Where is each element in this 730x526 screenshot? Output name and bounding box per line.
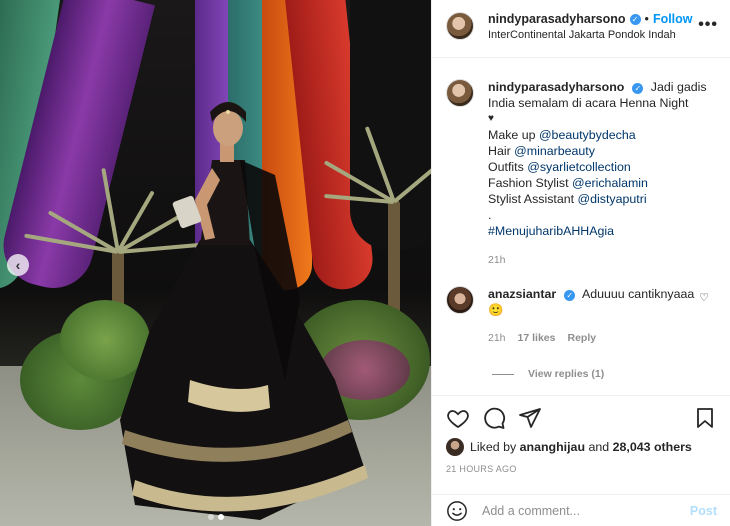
location-link[interactable]: InterContinental Jakarta Pondok Indah	[488, 29, 693, 41]
view-replies-button[interactable]: View replies (1)	[492, 368, 717, 380]
post-timestamp[interactable]: 21 HOURS AGO	[446, 464, 717, 474]
carousel-dot-active	[217, 514, 224, 520]
credit-prefix: Hair	[488, 144, 515, 158]
header-text: nindyparasadyharsono ✓ • Follow InterCon…	[488, 12, 693, 41]
liked-by-user[interactable]: ananghijau	[520, 440, 585, 454]
carousel-prev-button[interactable]: ‹	[7, 254, 29, 276]
author-username[interactable]: nindyparasadyharsono	[488, 12, 626, 26]
separator: •	[644, 12, 649, 26]
credit-line: Fashion Stylist @erichalamin	[488, 175, 708, 191]
view-replies-label: View replies (1)	[528, 368, 605, 380]
caption-dot: .	[488, 208, 492, 222]
comment-bubble-icon[interactable]	[482, 406, 506, 430]
carousel-indicator	[0, 514, 431, 520]
caption: nindyparasadyharsono ✓ Jadi gadis India s…	[446, 79, 717, 268]
comment-username[interactable]: anazsiantar	[488, 287, 556, 301]
bookmark-icon[interactable]	[693, 406, 717, 430]
post-sidebar: nindyparasadyharsono ✓ • Follow InterCon…	[431, 0, 730, 526]
comment-likes[interactable]: 17 likes	[518, 330, 556, 346]
verified-badge-icon: ✓	[629, 13, 641, 25]
share-paper-plane-icon[interactable]	[518, 406, 542, 430]
like-heart-icon[interactable]	[446, 406, 470, 430]
liked-by-and: and	[588, 440, 610, 454]
credit-line: Outfits @syarlietcollection	[488, 159, 708, 175]
credit-line: Make up @beautybydecha	[488, 127, 708, 143]
instagram-post-view: ‹ nindyparasadyharsono ✓ • Follow InterC…	[0, 0, 730, 526]
mention-link[interactable]: @minarbeauty	[514, 144, 595, 158]
liked-by-prefix: Liked by	[470, 440, 517, 454]
credit-prefix: Stylist Assistant	[488, 192, 578, 206]
comment-age: 21h	[488, 332, 506, 344]
reply-button[interactable]: Reply	[567, 330, 596, 346]
credit-line: Stylist Assistant @distyaputri	[488, 191, 708, 207]
liked-by: Liked by ananghijau and 28,043 others	[446, 438, 717, 456]
avatar[interactable]	[446, 79, 474, 107]
comment-item: anazsiantar ✓ Aduuuu cantiknyaaa 🙂 21h 17…	[446, 286, 717, 346]
caption-age: 21h	[488, 254, 506, 266]
comments-list[interactable]: nindyparasadyharsono ✓ Jadi gadis India s…	[432, 59, 730, 395]
post-button[interactable]: Post	[690, 504, 717, 518]
carousel-dot	[207, 514, 214, 520]
likes-count[interactable]: 28,043 others	[613, 440, 692, 454]
hashtag-link[interactable]: #MenujuharibAHHAgia	[488, 223, 708, 239]
add-comment-bar: Post	[432, 494, 730, 526]
more-options-icon[interactable]: •••	[698, 16, 718, 34]
action-bar: Liked by ananghijau and 28,043 others 21…	[432, 395, 730, 495]
follow-button[interactable]: Follow	[653, 12, 693, 26]
comment-meta: 21h 17 likes Reply	[488, 330, 708, 346]
comment-like-icon[interactable]: ♡	[699, 291, 709, 304]
post-photo[interactable]: ‹	[0, 0, 431, 526]
credit-line: Hair @minarbeauty	[488, 143, 708, 159]
mention-link[interactable]: @beautybydecha	[539, 128, 636, 142]
verified-badge-icon: ✓	[632, 83, 644, 94]
header-line: nindyparasadyharsono ✓ • Follow	[488, 12, 693, 26]
mention-link[interactable]: @erichalamin	[572, 176, 648, 190]
caption-body: nindyparasadyharsono ✓ Jadi gadis India s…	[488, 79, 708, 268]
heart-emoji: ♥	[488, 113, 494, 124]
caption-username[interactable]: nindyparasadyharsono	[488, 80, 624, 94]
comment-body: anazsiantar ✓ Aduuuu cantiknyaaa 🙂 21h 17…	[488, 286, 708, 346]
avatar[interactable]	[446, 12, 474, 40]
chevron-left-icon: ‹	[15, 257, 21, 273]
post-header: nindyparasadyharsono ✓ • Follow InterCon…	[432, 0, 730, 58]
divider	[492, 373, 514, 375]
mention-link[interactable]: @syarlietcollection	[527, 160, 630, 174]
avatar[interactable]	[446, 438, 464, 456]
credit-prefix: Fashion Stylist	[488, 176, 573, 190]
action-icons	[446, 406, 717, 430]
credit-prefix: Outfits	[488, 160, 528, 174]
mention-link[interactable]: @distyaputri	[578, 192, 647, 206]
comment-input[interactable]	[482, 503, 690, 518]
credit-prefix: Make up	[488, 128, 539, 142]
verified-badge-icon: ✓	[564, 290, 576, 301]
emoji-smiley-icon[interactable]	[446, 500, 468, 522]
woman-in-lehenga	[120, 102, 368, 520]
avatar[interactable]	[446, 286, 474, 314]
